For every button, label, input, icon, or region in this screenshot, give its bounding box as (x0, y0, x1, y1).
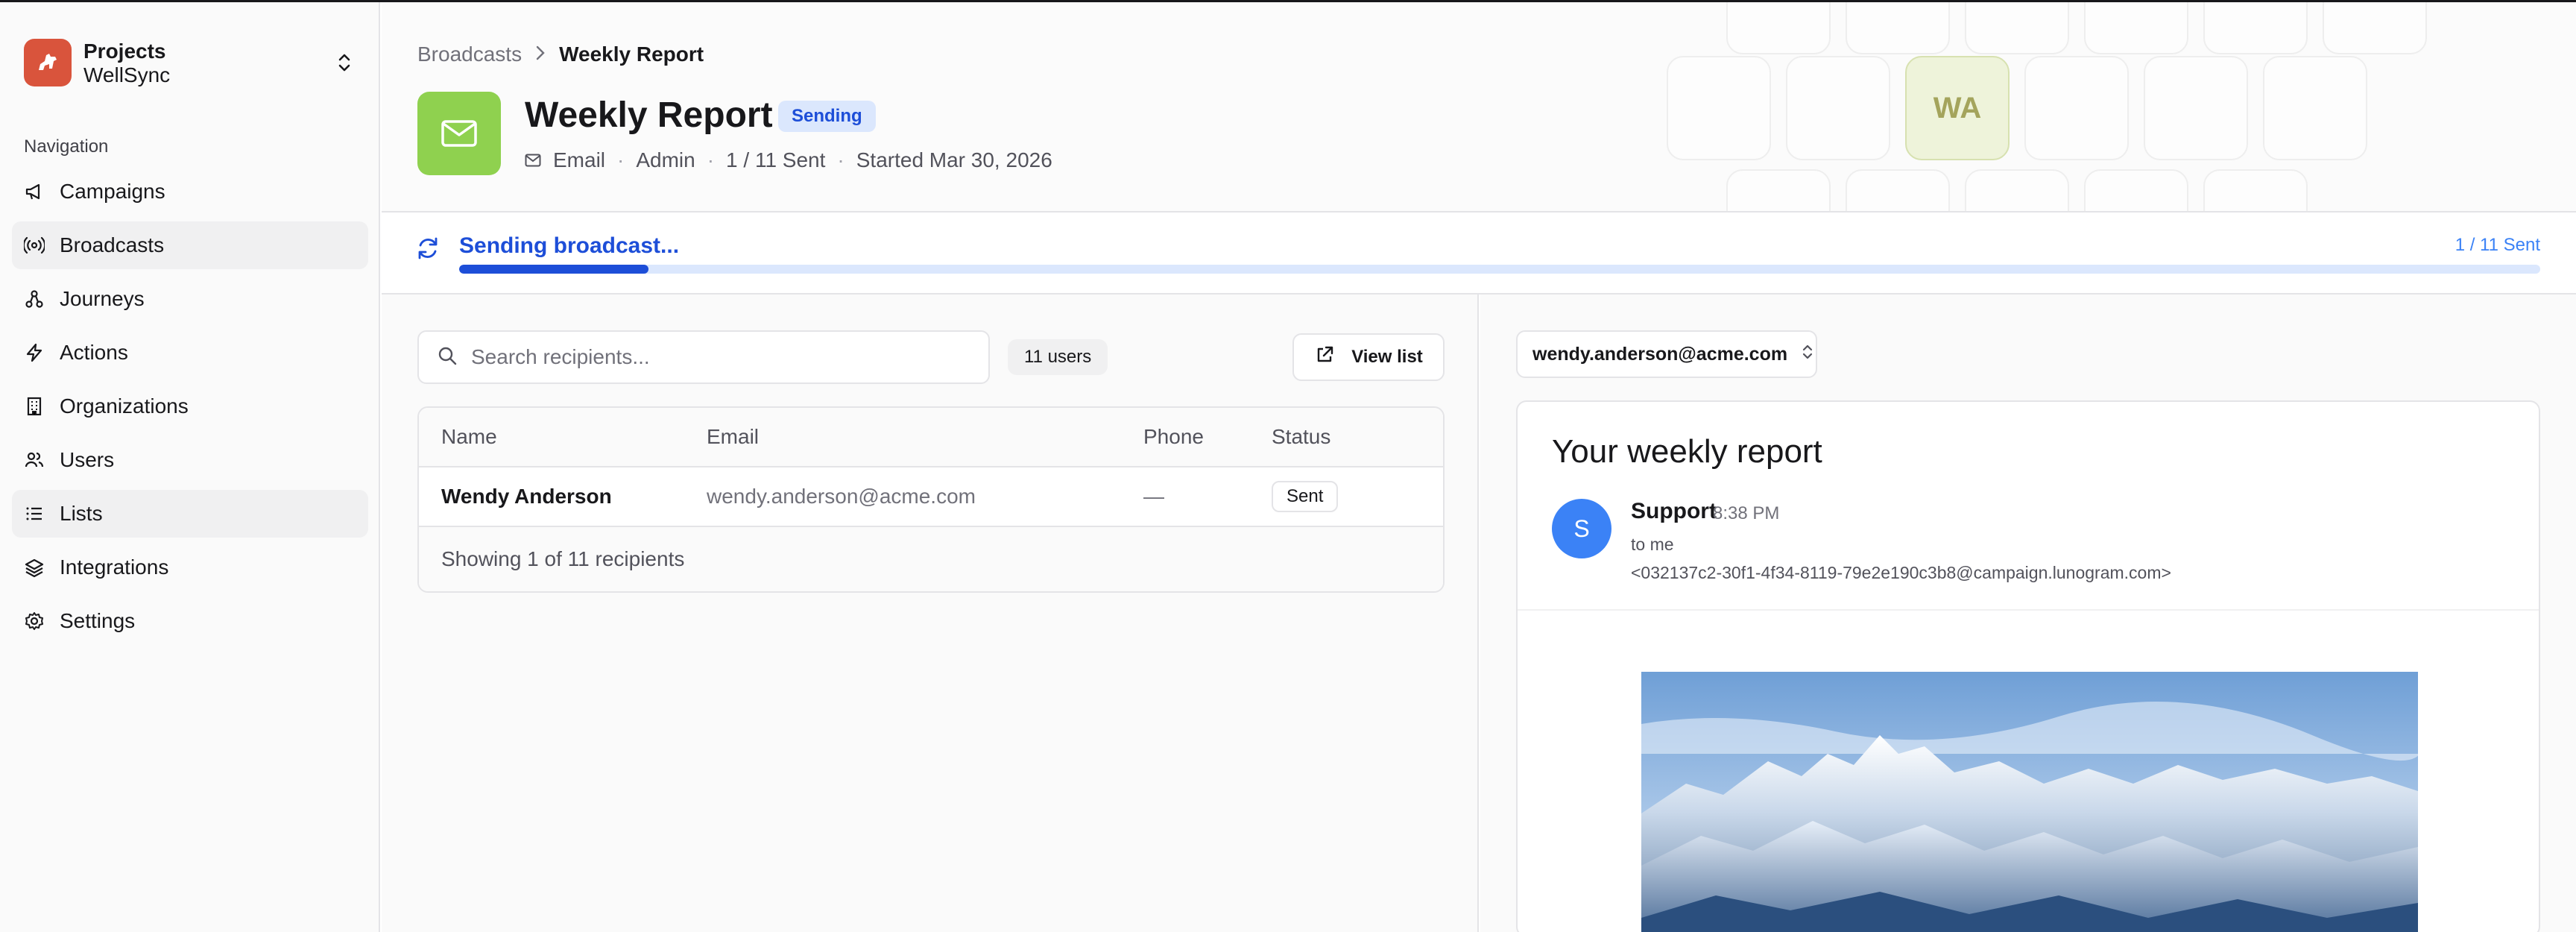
sidebar-item-label: Actions (60, 341, 128, 364)
status-badge: Sending (778, 101, 876, 132)
journey-icon (24, 289, 45, 309)
users-icon (24, 450, 45, 470)
table-footer: Showing 1 of 11 recipients (419, 527, 1443, 591)
email-channel-badge (417, 92, 501, 175)
mail-icon (441, 120, 477, 147)
mail-small-icon (525, 148, 541, 172)
email-divider (1518, 609, 2539, 611)
email-preview-panel: wendy.anderson@acme.com Your weekly repo… (1480, 295, 2576, 932)
recipient-email: wendy.anderson@acme.com (707, 485, 976, 508)
project-logo (24, 39, 72, 86)
meta-author: Admin (636, 148, 695, 171)
sidebar-item-label: Integrations (60, 555, 169, 579)
sidebar-item-label: Settings (60, 609, 136, 632)
view-list-button[interactable]: View list (1292, 333, 1445, 381)
meta-started: Started Mar 30, 2026 (856, 148, 1052, 171)
building-icon (24, 396, 45, 417)
sidebar-item-label: Users (60, 448, 115, 471)
sender-avatar: S (1552, 499, 1611, 558)
view-list-label: View list (1351, 347, 1423, 367)
table-row[interactable]: Wendy Anderson wendy.anderson@acme.com —… (419, 467, 1443, 527)
mountain-hero-image (1641, 672, 2418, 932)
sidebar-item-organizations[interactable]: Organizations (12, 382, 368, 430)
column-header-status[interactable]: Status (1272, 425, 1443, 449)
sync-icon (414, 235, 441, 262)
decorative-tile-grid: WA (1667, 2, 2472, 211)
column-header-email[interactable]: Email (707, 425, 1143, 449)
chevron-right-icon (535, 43, 546, 66)
page-title: Weekly Report (525, 95, 773, 135)
email-to: to me (1631, 535, 1674, 554)
sidebar-item-campaigns[interactable]: Campaigns (12, 168, 368, 215)
broadcast-meta: Email · Admin · 1 / 11 Sent · Started Ma… (525, 148, 1052, 172)
chevron-updown-icon[interactable] (329, 48, 359, 78)
sidebar-item-integrations[interactable]: Integrations (12, 544, 368, 591)
breadcrumb-current: Weekly Report (559, 42, 704, 66)
sidebar-item-journeys[interactable]: Journeys (12, 275, 368, 323)
lightning-icon (24, 342, 45, 363)
send-progress: Sending broadcast... 1 / 11 Sent (382, 212, 2576, 295)
sidebar-item-label: Broadcasts (60, 233, 165, 256)
breadcrumb: Broadcasts Weekly Report (417, 42, 704, 66)
sidebar-item-settings[interactable]: Settings (12, 597, 368, 645)
gear-icon (24, 611, 45, 632)
sidebar-item-label: Lists (60, 502, 103, 525)
external-link-icon (1314, 344, 1335, 371)
sidebar-nav: Campaigns Broadcasts Journeys Actions Or… (12, 168, 368, 651)
sidebar-item-actions[interactable]: Actions (12, 329, 368, 377)
progress-label: Sending broadcast... (459, 233, 680, 258)
project-title: Projects (83, 40, 166, 63)
page-header: WA Broadcasts Weekly Report Weekly Repor… (382, 2, 2576, 212)
email-preview: Your weekly report S Support 8:38 PM to … (1516, 400, 2540, 932)
column-header-name[interactable]: Name (419, 425, 707, 449)
sidebar: Projects WellSync Navigation Campaigns B… (0, 2, 380, 932)
sidebar-item-label: Organizations (60, 394, 189, 418)
email-subject: Your weekly report (1552, 433, 1822, 470)
sidebar-item-broadcasts[interactable]: Broadcasts (12, 221, 368, 269)
recipient-select-value: wendy.anderson@acme.com (1532, 343, 1788, 365)
recipient-phone: — (1143, 485, 1164, 508)
broadcast-icon (24, 235, 45, 256)
project-switcher[interactable]: Projects WellSync (24, 37, 359, 88)
users-count-badge: 11 users (1008, 339, 1108, 375)
progress-fill (459, 265, 648, 274)
sidebar-item-lists[interactable]: Lists (12, 490, 368, 538)
recipient-name: Wendy Anderson (441, 485, 612, 508)
search-icon (437, 345, 458, 370)
sidebar-item-users[interactable]: Users (12, 436, 368, 484)
recipient-select[interactable]: wendy.anderson@acme.com (1516, 330, 1817, 378)
sender-name: Support (1631, 499, 1717, 523)
progress-track (459, 265, 2540, 274)
horse-logo-icon (39, 54, 57, 70)
breadcrumb-broadcasts-link[interactable]: Broadcasts (417, 42, 522, 66)
recipients-table: Name Email Phone Status Wendy Anderson w… (417, 406, 1445, 593)
progress-count: 1 / 11 Sent (2455, 235, 2540, 255)
recipient-status-badge: Sent (1272, 481, 1339, 512)
table-header: Name Email Phone Status (419, 408, 1443, 467)
chevron-updown-icon (1801, 342, 1814, 367)
sidebar-item-label: Journeys (60, 287, 145, 310)
project-name: WellSync (83, 63, 171, 86)
nav-heading: Navigation (24, 136, 109, 157)
avatar: WA (1905, 56, 2010, 160)
search-box[interactable] (417, 330, 990, 384)
column-header-phone[interactable]: Phone (1143, 425, 1272, 449)
search-input[interactable] (471, 345, 978, 369)
sidebar-item-label: Campaigns (60, 180, 165, 203)
megaphone-icon (24, 181, 45, 202)
layers-icon (24, 557, 45, 578)
meta-channel: Email (553, 148, 606, 171)
email-from-address: <032137c2-30f1-4f34-8119-79e2e190c3b8@ca… (1631, 563, 2171, 582)
email-time: 8:38 PM (1713, 503, 1780, 523)
recipients-panel: 11 users View list Name Email Phone Stat… (382, 295, 1479, 932)
meta-sent-count: 1 / 11 Sent (726, 148, 826, 171)
list-icon (24, 503, 45, 524)
